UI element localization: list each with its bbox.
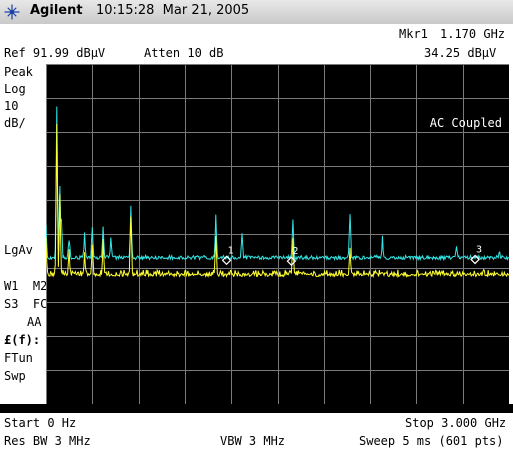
w1-m2-label: W1 M2 [4, 279, 48, 293]
time-text: 10:15:28 [96, 3, 155, 18]
spectrum-plot: 1 2 3 AC Coupled [46, 64, 509, 404]
average-label: LgAv [4, 243, 33, 257]
detector-label: Peak [4, 65, 33, 79]
stop-frequency: Stop 3.000 GHz [405, 416, 507, 430]
ff-label: £(f): [4, 333, 41, 347]
marker-2-number: 2 [292, 246, 298, 257]
markers: 1 2 3 [221, 244, 482, 267]
start-frequency: Start 0 Hz [4, 416, 77, 430]
reference-level: Ref 91.99 dBμV [4, 46, 106, 60]
attenuation: Atten 10 dB [144, 46, 224, 60]
marker-label: Mkr1 [399, 27, 428, 41]
analyzer-screen: Agilent 10:15:28 Mar 21, 2005 Mkr1 1.170… [0, 0, 513, 453]
marker-3-number: 3 [476, 244, 482, 255]
coupling-label: AC Coupled [430, 116, 502, 130]
scale-unit-label: dB/ [4, 116, 26, 130]
video-bandwidth: VBW 3 MHz [220, 434, 286, 448]
datetime-label: 10:15:28 Mar 21, 2005 [96, 3, 249, 18]
spectrum-graph: 1 2 3 AC Coupled [46, 64, 509, 404]
agilent-spark-icon [4, 4, 20, 20]
scale-type-label: Log [4, 82, 26, 96]
date-text: Mar 21, 2005 [162, 3, 250, 18]
ftun-label: FTun [4, 351, 33, 365]
sweep-time: Sweep 5 ms (601 pts) [359, 434, 504, 448]
footer-panel: Start 0 Hz Stop 3.000 GHz Res BW 3 MHz V… [0, 413, 513, 453]
title-bar: Agilent 10:15:28 Mar 21, 2005 [0, 0, 513, 25]
scale-value-label: 10 [4, 99, 19, 113]
marker-amplitude: 34.25 dBμV [424, 46, 497, 60]
brand-label: Agilent [30, 3, 83, 18]
s3-fc-label: S3 FC [4, 297, 48, 311]
resolution-bandwidth: Res BW 3 MHz [4, 434, 91, 448]
info-panel: Mkr1 1.170 GHz 34.25 dBμV Ref 91.99 dBμV… [0, 24, 513, 64]
traces [46, 106, 509, 279]
graticule [46, 64, 509, 404]
swp-label: Swp [4, 369, 26, 383]
aa-label: AA [27, 315, 42, 329]
marker-1-number: 1 [228, 245, 234, 256]
marker-frequency: 1.170 GHz [440, 27, 506, 41]
